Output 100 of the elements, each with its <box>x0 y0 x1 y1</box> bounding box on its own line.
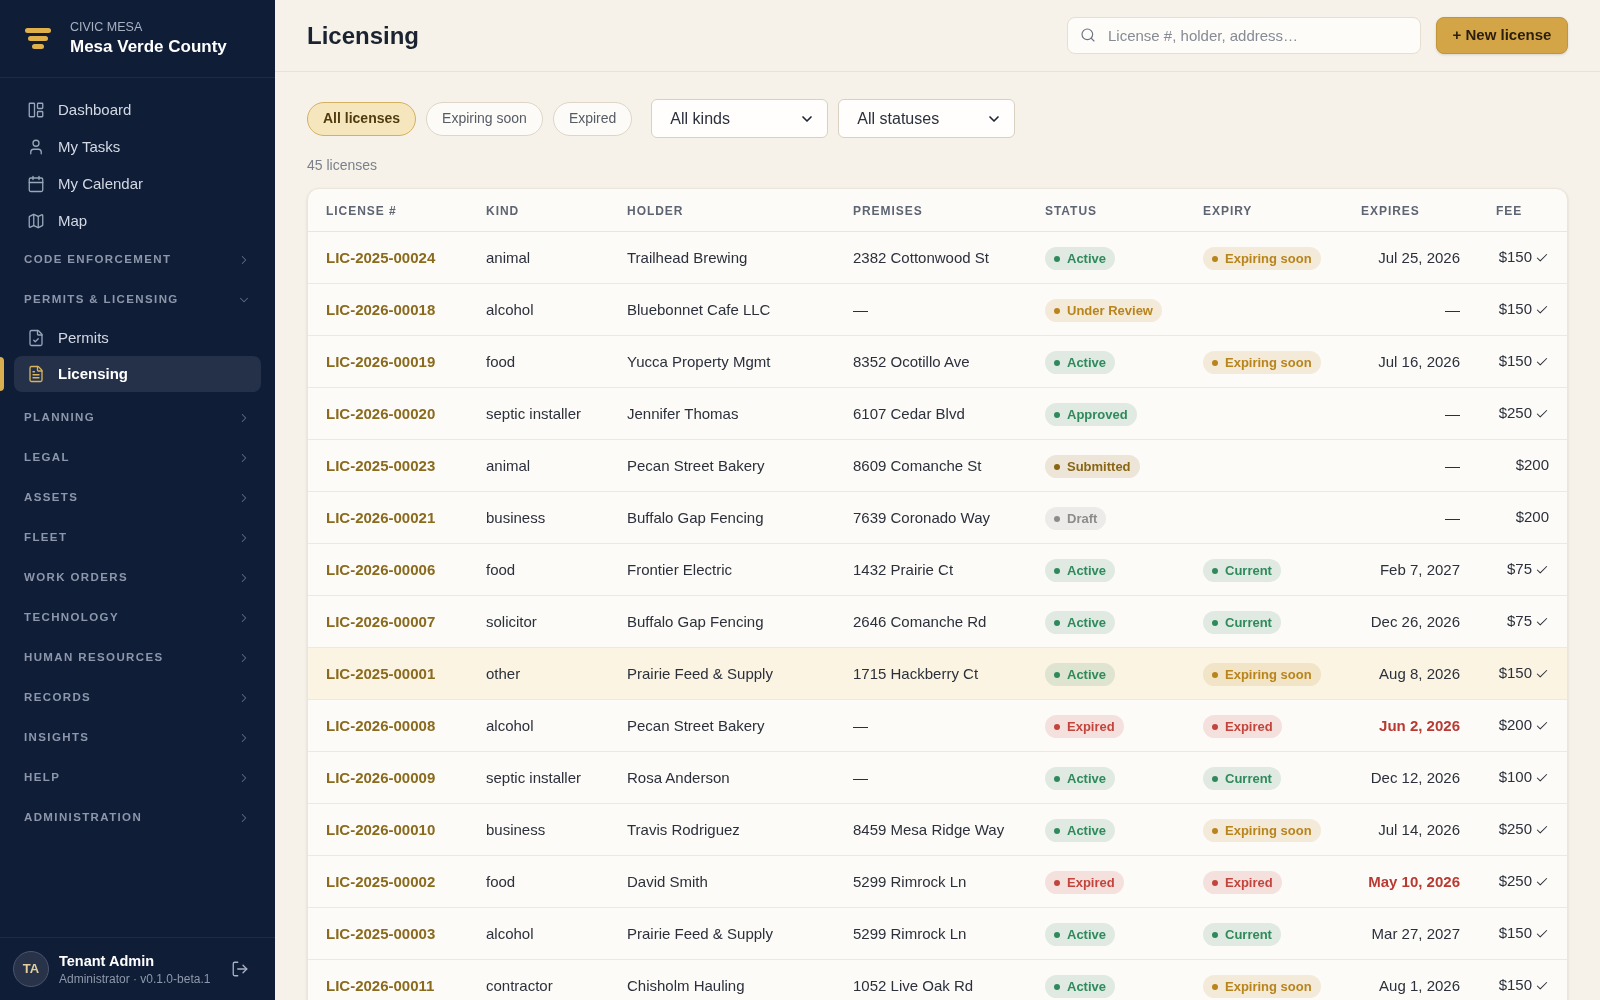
status-text: Active <box>1067 926 1107 944</box>
premises-address: — <box>853 768 868 786</box>
filter-tab[interactable]: Expired <box>552 101 633 136</box>
license-link[interactable]: LIC-2025-00003 <box>326 924 436 942</box>
license-link[interactable]: LIC-2026-00007 <box>326 612 436 630</box>
license-link[interactable]: LIC-2026-00019 <box>326 352 436 370</box>
section-header[interactable]: ADMINISTRATION <box>14 798 261 838</box>
holder-name: David Smith <box>627 872 708 890</box>
table-row[interactable]: LIC-2025-00003 alcohol Prairie Feed & Supply 5299 Rimrock Ln Active Current Mar 27, 2027 $150 <box>308 908 1567 960</box>
section-header[interactable]: RECORDS <box>14 678 261 718</box>
license-link[interactable]: LIC-2026-00010 <box>326 820 436 838</box>
fee-amount: $200 <box>1498 715 1532 736</box>
nav-item[interactable]: Dashboard <box>14 92 261 128</box>
kind-text: alcohol <box>486 924 534 942</box>
expiry-date: May 10, 2026 <box>1368 872 1460 890</box>
status-text: Active <box>1067 978 1107 996</box>
user-role: Administrator · v0.1.0-beta.1 <box>59 971 211 987</box>
holder-name: Buffalo Gap Fencing <box>627 508 764 526</box>
status-text: Expired <box>1067 874 1115 892</box>
expiry-text: Expiring soon <box>1225 250 1312 268</box>
holder-name: Jennifer Thomas <box>627 404 739 422</box>
section-header[interactable]: PERMITS & LICENSING <box>14 280 261 320</box>
table-row[interactable]: LIC-2026-00019 food Yucca Property Mgmt 8352 Ocotillo Ave Active Expiring soon Jul 16, 2026 $150 <box>308 336 1567 388</box>
table-row[interactable]: LIC-2026-00006 food Frontier Electric 1432 Prairie Ct Active Current Feb 7, 2027 $75 <box>308 544 1567 596</box>
license-link[interactable]: LIC-2025-00023 <box>326 456 436 474</box>
kind-text: food <box>486 872 516 890</box>
nav-item[interactable]: My Tasks <box>14 129 261 165</box>
section-header[interactable]: HUMAN RESOURCES <box>14 638 261 678</box>
table-row[interactable]: LIC-2025-00024 animal Trailhead Brewing 2382 Cottonwood St Active Expiring soon Jul 25, 2026 $150 <box>308 232 1567 284</box>
fee-amount: $200 <box>1515 507 1549 528</box>
premises-address: 1052 Live Oak Rd <box>853 976 974 994</box>
premises-address: 2382 Cottonwood St <box>853 248 989 266</box>
license-link[interactable]: LIC-2025-00002 <box>326 872 436 890</box>
fee-amount: $250 <box>1498 403 1532 424</box>
premises-address: — <box>853 300 868 318</box>
status-text: Active <box>1067 250 1107 268</box>
filter-tab[interactable]: Expiring soon <box>426 101 543 136</box>
expiry-date: Dec 26, 2026 <box>1370 612 1460 630</box>
section-header[interactable]: CODE ENFORCEMENT <box>14 240 261 280</box>
expiry-text: Current <box>1225 770 1272 788</box>
section-header[interactable]: INSIGHTS <box>14 718 261 758</box>
search-field[interactable]: License #, holder, address… <box>1067 17 1421 54</box>
section-header[interactable]: WORK ORDERS <box>14 558 261 598</box>
fee-amount: $250 <box>1498 871 1532 892</box>
license-link[interactable]: LIC-2026-00021 <box>326 508 436 526</box>
filter-dropdown[interactable]: All statuses <box>838 99 1016 138</box>
license-link[interactable]: LIC-2026-00020 <box>326 404 436 422</box>
layout-icon <box>27 101 45 119</box>
license-link[interactable]: LIC-2026-00006 <box>326 560 436 578</box>
section-header[interactable]: LEGAL <box>14 438 261 478</box>
column-header: FEE <box>1496 204 1523 218</box>
section-header[interactable]: TECHNOLOGY <box>14 598 261 638</box>
table-row[interactable]: LIC-2025-00023 animal Pecan Street Bakery 8609 Comanche St Submitted — $200 <box>308 440 1567 492</box>
expiry-date: — <box>1445 300 1460 318</box>
expiry-text: Expired <box>1225 874 1273 892</box>
premises-address: 2646 Comanche Rd <box>853 612 987 630</box>
expiry-date: Dec 12, 2026 <box>1370 768 1460 786</box>
new-license-button[interactable]: + New license <box>1436 17 1568 54</box>
fee-amount: $150 <box>1498 299 1532 320</box>
license-link[interactable]: LIC-2026-00008 <box>326 716 436 734</box>
logout-icon <box>231 960 249 978</box>
county-name: Mesa Verde County <box>70 35 227 58</box>
column-header: KIND <box>486 204 520 218</box>
premises-address: — <box>853 716 868 734</box>
holder-name: Chisholm Hauling <box>627 976 745 994</box>
holder-name: Trailhead Brewing <box>627 248 748 266</box>
table-row[interactable]: LIC-2025-00002 food David Smith 5299 Rimrock Ln Expired Expired May 10, 2026 $250 <box>308 856 1567 908</box>
table-row[interactable]: LIC-2026-00018 alcohol Bluebonnet Cafe LLC — Under Review — $150 <box>308 284 1567 336</box>
filter-dropdown[interactable]: All kinds <box>651 99 829 138</box>
license-link[interactable]: LIC-2026-00011 <box>326 976 435 994</box>
nav-item[interactable]: Map <box>14 203 261 239</box>
table-row[interactable]: LIC-2026-00021 business Buffalo Gap Fencing 7639 Coronado Way Draft — $200 <box>308 492 1567 544</box>
table-row[interactable]: LIC-2026-00009 septic installer Rosa Anderson — Active Current Dec 12, 2026 $100 <box>308 752 1567 804</box>
section-header[interactable]: HELP <box>14 758 261 798</box>
status-text: Under Review <box>1067 302 1153 320</box>
nav-item[interactable]: Licensing <box>14 356 261 392</box>
section-header[interactable]: FLEET <box>14 518 261 558</box>
table-row[interactable]: LIC-2025-00001 other Prairie Feed & Supply 1715 Hackberry Ct Active Expiring soon Aug 8, 2026 $150 <box>308 648 1567 700</box>
table-row[interactable]: LIC-2026-00008 alcohol Pecan Street Bakery — Expired Expired Jun 2, 2026 $200 <box>308 700 1567 752</box>
holder-name: Yucca Property Mgmt <box>627 352 771 370</box>
column-header: EXPIRES <box>1361 204 1420 218</box>
person-icon <box>27 138 45 156</box>
table-row[interactable]: LIC-2026-00011 contractor Chisholm Hauling 1052 Live Oak Rd Active Expiring soon Aug 1, 2026 $150 <box>308 960 1567 1000</box>
nav-item[interactable]: My Calendar <box>14 166 261 202</box>
filter-tab[interactable]: All licenses <box>307 101 417 136</box>
status-text: Draft <box>1067 510 1098 528</box>
license-link[interactable]: LIC-2025-00024 <box>326 248 436 266</box>
license-link[interactable]: LIC-2026-00018 <box>326 300 436 318</box>
table-row[interactable]: LIC-2026-00020 septic installer Jennifer Thomas 6107 Cedar Blvd Approved — $250 <box>308 388 1567 440</box>
expiry-text: Expiring soon <box>1225 354 1312 372</box>
result-count: 45 licenses <box>307 156 378 174</box>
section-header[interactable]: PLANNING <box>14 398 261 438</box>
table-row[interactable]: LIC-2026-00010 business Travis Rodriguez 8459 Mesa Ridge Way Active Expiring soon Jul 14, 2026 $250 <box>308 804 1567 856</box>
status-text: Active <box>1067 770 1107 788</box>
license-link[interactable]: LIC-2026-00009 <box>326 768 436 786</box>
nav-item[interactable]: Permits <box>14 320 261 356</box>
license-link[interactable]: LIC-2025-00001 <box>326 664 436 682</box>
expiry-date: Jul 14, 2026 <box>1378 820 1460 838</box>
premises-address: 5299 Rimrock Ln <box>853 924 967 942</box>
section-header[interactable]: ASSETS <box>14 478 261 518</box>
